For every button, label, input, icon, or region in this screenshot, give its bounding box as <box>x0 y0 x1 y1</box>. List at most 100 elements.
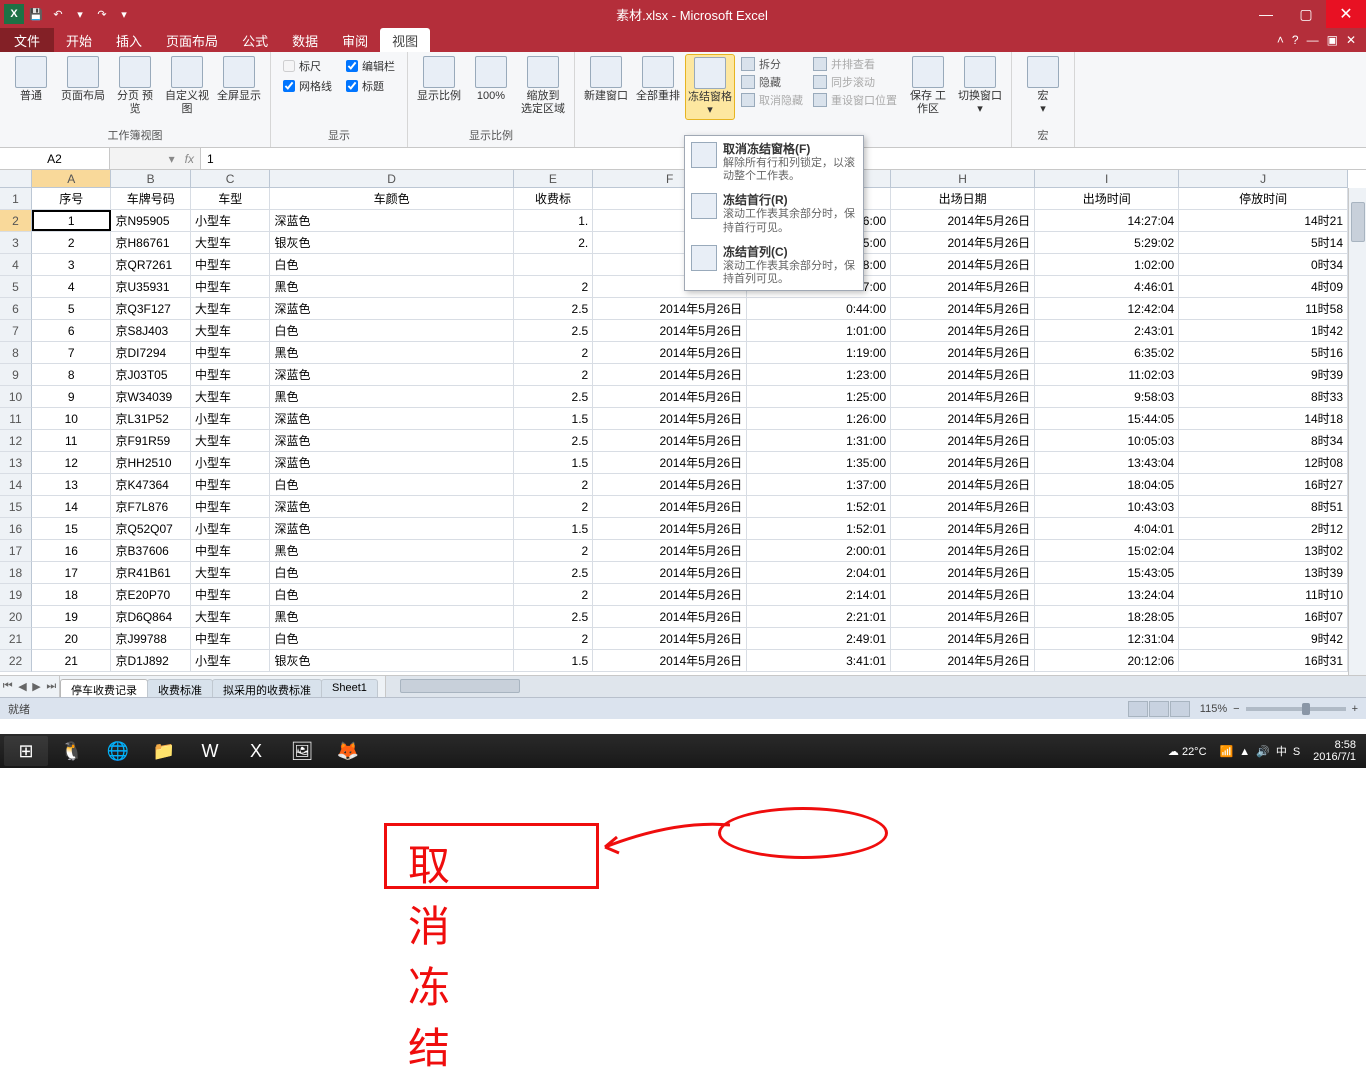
cell[interactable]: 2:14:01 <box>747 584 891 605</box>
cell[interactable]: 1:23:00 <box>747 364 891 385</box>
cell[interactable]: 10:05:03 <box>1035 430 1179 451</box>
cell[interactable]: 20:12:06 <box>1035 650 1179 671</box>
row-header[interactable]: 19 <box>0 584 32 606</box>
cell[interactable]: 2.5 <box>514 320 593 341</box>
cell[interactable]: 京N95905 <box>111 210 190 231</box>
cell[interactable]: 5时16 <box>1179 342 1348 363</box>
cell[interactable]: 5时14 <box>1179 232 1348 253</box>
cell[interactable]: 中型车 <box>191 474 270 495</box>
cell[interactable]: 16时27 <box>1179 474 1348 495</box>
system-tray[interactable]: ☁ 22°C 📶▲🔊中S 8:58 2016/7/1 <box>1168 739 1362 763</box>
freeze-panes-menu[interactable]: 取消冻结窗格(F)解除所有行和列锁定，以滚动整个工作表。 冻结首行(R)滚动工作… <box>684 135 864 291</box>
cell[interactable]: 6 <box>32 320 111 341</box>
horizontal-scrollbar[interactable] <box>385 676 1366 697</box>
zoom-selection-button[interactable]: 缩放到 选定区域 <box>518 54 568 118</box>
ribbon-tab[interactable]: 数据 <box>280 28 330 52</box>
cell[interactable]: 19 <box>32 606 111 627</box>
cell[interactable]: 京E20P70 <box>111 584 190 605</box>
cell[interactable]: 京QR7261 <box>111 254 190 275</box>
sheet-tab[interactable]: Sheet1 <box>321 679 378 697</box>
cell[interactable]: 黑色 <box>270 276 513 297</box>
zoom-in-icon[interactable]: + <box>1352 703 1358 715</box>
cell[interactable]: 白色 <box>270 254 513 275</box>
cell[interactable]: 4:46:01 <box>1035 276 1179 297</box>
file-tab[interactable]: 文件 <box>0 28 54 52</box>
row-header[interactable]: 10 <box>0 386 32 408</box>
cell[interactable]: 9:58:03 <box>1035 386 1179 407</box>
cell[interactable]: 2 <box>514 584 593 605</box>
sheet-nav[interactable]: ⏮◀▶⏭ <box>0 676 60 697</box>
row-header[interactable]: 2 <box>0 210 32 232</box>
cell[interactable]: 2:00:01 <box>747 540 891 561</box>
cell[interactable]: 14时21 <box>1179 210 1348 231</box>
cell[interactable]: 2014年5月26日 <box>593 562 747 583</box>
cell[interactable]: 2014年5月26日 <box>891 276 1035 297</box>
cell[interactable]: 2.5 <box>514 386 593 407</box>
cell[interactable]: 银灰色 <box>270 232 513 253</box>
cell[interactable]: 12 <box>32 452 111 473</box>
select-all-triangle[interactable] <box>0 170 32 188</box>
sheet-tabs[interactable]: 停车收费记录收费标准拟采用的收费标准Sheet1 <box>60 676 377 697</box>
cell[interactable]: 2 <box>514 540 593 561</box>
header-cell[interactable]: 停放时间 <box>1179 188 1348 209</box>
cell[interactable]: 5:29:02 <box>1035 232 1179 253</box>
cell[interactable]: 14:27:04 <box>1035 210 1179 231</box>
row-header[interactable]: 15 <box>0 496 32 518</box>
cell[interactable]: 8时34 <box>1179 430 1348 451</box>
cell[interactable]: 2014年5月26日 <box>593 408 747 429</box>
cell[interactable]: 2 <box>514 628 593 649</box>
row-header[interactable]: 14 <box>0 474 32 496</box>
cell[interactable]: 白色 <box>270 320 513 341</box>
headings-checkbox[interactable]: 标题 <box>346 78 395 94</box>
cell[interactable]: 京S8J403 <box>111 320 190 341</box>
cell[interactable]: 16时07 <box>1179 606 1348 627</box>
tray-icon[interactable]: S <box>1293 746 1300 758</box>
cell[interactable]: 2014年5月26日 <box>593 518 747 539</box>
arrange-all-button[interactable]: 全部重排 <box>633 54 683 105</box>
cell[interactable]: 深蓝色 <box>270 452 513 473</box>
header-cell[interactable]: 收费标 <box>514 188 593 209</box>
cell[interactable]: 2014年5月26日 <box>891 210 1035 231</box>
cell[interactable]: 15:44:05 <box>1035 408 1179 429</box>
row-header[interactable]: 16 <box>0 518 32 540</box>
cell[interactable]: 4 <box>32 276 111 297</box>
cell[interactable]: 14 <box>32 496 111 517</box>
cell[interactable]: 白色 <box>270 474 513 495</box>
row-header[interactable]: 17 <box>0 540 32 562</box>
row-header[interactable]: 11 <box>0 408 32 430</box>
mdi-close-icon[interactable]: ✕ <box>1346 33 1356 47</box>
cell[interactable]: 16时31 <box>1179 650 1348 671</box>
cell[interactable]: 12时08 <box>1179 452 1348 473</box>
qat-customize-icon[interactable]: ▾ <box>114 4 134 24</box>
row-header[interactable]: 20 <box>0 606 32 628</box>
cell[interactable]: 17 <box>32 562 111 583</box>
cell[interactable]: 京J99788 <box>111 628 190 649</box>
cell[interactable]: 1 <box>32 210 111 231</box>
unfreeze-panes-item[interactable]: 取消冻结窗格(F)解除所有行和列锁定，以滚动整个工作表。 <box>685 136 863 187</box>
column-header[interactable]: B <box>111 170 190 187</box>
cell[interactable]: 京B37606 <box>111 540 190 561</box>
cell[interactable]: 2014年5月26日 <box>891 408 1035 429</box>
cell[interactable]: 12:42:04 <box>1035 298 1179 319</box>
cell[interactable]: 15:02:04 <box>1035 540 1179 561</box>
row-header[interactable]: 8 <box>0 342 32 364</box>
cell[interactable]: 2014年5月26日 <box>593 386 747 407</box>
cell[interactable]: 8时51 <box>1179 496 1348 517</box>
cell[interactable]: 大型车 <box>191 298 270 319</box>
mdi-minimize-icon[interactable]: — <box>1307 33 1319 47</box>
cell[interactable]: 10 <box>32 408 111 429</box>
cell[interactable]: 大型车 <box>191 430 270 451</box>
cell[interactable]: 2014年5月26日 <box>891 474 1035 495</box>
cell[interactable]: 大型车 <box>191 562 270 583</box>
page-break-button[interactable]: 分页 预览 <box>110 54 160 118</box>
windows-taskbar[interactable]: ⊞🐧🌐📁WX🖼🦊 ☁ 22°C 📶▲🔊中S 8:58 2016/7/1 <box>0 734 1366 768</box>
cell[interactable]: 2014年5月26日 <box>891 320 1035 341</box>
cell[interactable]: 2014年5月26日 <box>891 496 1035 517</box>
cell[interactable]: 11 <box>32 430 111 451</box>
cell[interactable]: 9 <box>32 386 111 407</box>
hundred-percent-button[interactable]: 100% <box>466 54 516 105</box>
cell[interactable]: 中型车 <box>191 364 270 385</box>
save-workspace-button[interactable]: 保存 工作区 <box>903 54 953 118</box>
cell[interactable]: 2.5 <box>514 606 593 627</box>
taskbar-clock[interactable]: 8:58 2016/7/1 <box>1313 739 1356 763</box>
